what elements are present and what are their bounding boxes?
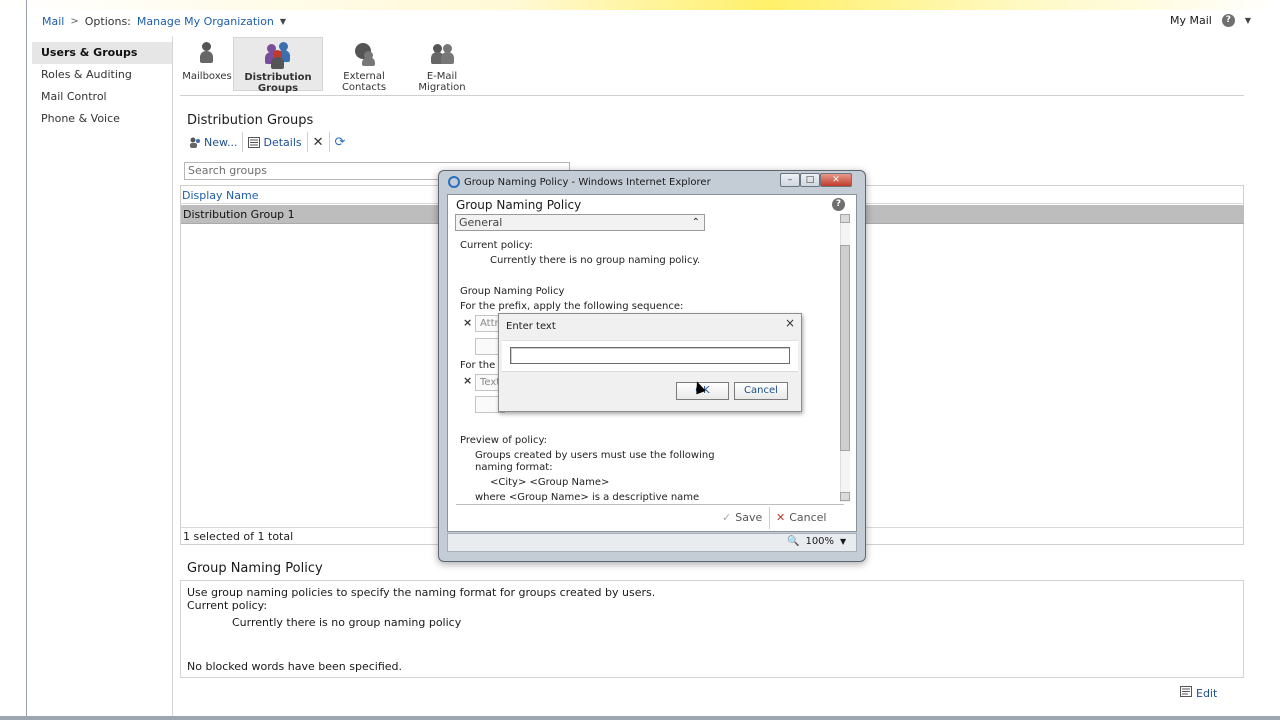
preview-line-2: naming format: [475, 462, 553, 473]
chevron-down-icon[interactable]: ▼ [1245, 16, 1251, 25]
nav-item-users-groups[interactable]: Users & Groups [32, 42, 172, 64]
distribution-groups-icon [263, 40, 293, 69]
cancel-button[interactable]: ✕ Cancel [776, 511, 826, 524]
general-section-label: General [459, 216, 503, 229]
ribbon-label: Mailboxes [182, 71, 232, 82]
zoom-level: 100% [805, 536, 835, 547]
left-nav: Users & Groups Roles & Auditing Mail Con… [32, 42, 172, 130]
scrollbar-thumb[interactable] [840, 245, 850, 451]
close-button[interactable]: ✕ [820, 173, 852, 187]
new-button[interactable]: New... [184, 132, 242, 152]
scroll-down-arrow[interactable] [840, 492, 850, 501]
cancel-x-icon: ✕ [776, 511, 786, 524]
ribbon-divider [180, 95, 1244, 96]
new-group-icon [189, 137, 201, 148]
ribbon-email-migration[interactable]: E-Mail Migration [406, 37, 478, 93]
ribbon-mailboxes[interactable]: Mailboxes [182, 37, 232, 91]
dialog-title: Group Naming Policy [456, 198, 582, 212]
refresh-icon: ⟳ [334, 134, 346, 150]
collapse-icon: ⌃ [691, 217, 700, 228]
internet-explorer-icon [448, 176, 460, 188]
breadcrumb-mail-link[interactable]: Mail [42, 15, 64, 28]
nav-item-phone-voice[interactable]: Phone & Voice [32, 108, 172, 130]
popup-cancel-button[interactable]: Cancel [734, 382, 788, 400]
checkmark-icon: ✓ [722, 511, 732, 524]
nav-divider [172, 36, 173, 716]
details-blocked-words: No blocked words have been specified. [187, 660, 402, 673]
remove-suffix-icon[interactable]: × [463, 374, 472, 387]
chevron-down-icon[interactable]: ▼ [840, 537, 846, 546]
details-icon [248, 136, 261, 148]
ribbon-label: Distribution Groups [244, 72, 312, 94]
policy-heading: Group Naming Policy [460, 286, 565, 297]
help-icon[interactable]: ? [832, 198, 845, 211]
dialog-footer-divider [456, 504, 844, 505]
details-current-policy-label: Current policy: [187, 599, 268, 612]
details-title: Group Naming Policy [187, 561, 323, 576]
breadcrumb-organization-link[interactable]: Manage My Organization [137, 15, 274, 28]
delete-icon: ✕ [312, 134, 324, 150]
nav-item-roles-auditing[interactable]: Roles & Auditing [32, 64, 172, 86]
scroll-up-arrow[interactable] [840, 214, 850, 223]
details-current-policy-value: Currently there is no group naming polic… [232, 616, 462, 629]
ribbon-distribution-groups[interactable]: Distribution Groups [233, 37, 323, 94]
selection-status: 1 selected of 1 total [183, 530, 294, 543]
cancel-button-label: Cancel [789, 511, 827, 524]
section-title: Distribution Groups [187, 113, 314, 128]
new-button-label: New... [204, 135, 238, 149]
ribbon-label: E-Mail Migration [418, 71, 466, 93]
edit-icon [1180, 686, 1192, 700]
preview-where: where <Group Name> is a descriptive name [475, 492, 700, 503]
prefix-instruction: For the prefix, apply the following sequ… [460, 301, 684, 312]
help-icon[interactable]: ? [1221, 14, 1235, 27]
top-right-menu: My Mail ? ▼ [1170, 14, 1251, 27]
details-button-label: Details [263, 135, 302, 149]
ie-window-title: Group Naming Policy - Windows Internet E… [448, 176, 711, 188]
general-section-header[interactable]: General ⌃ [455, 214, 705, 231]
email-migration-icon [427, 39, 457, 67]
breadcrumb-separator: > [70, 16, 79, 27]
mailbox-user-icon [192, 39, 222, 67]
enter-text-input[interactable] [510, 347, 790, 364]
maximize-button[interactable]: □ [800, 173, 820, 187]
save-button-label: Save [735, 511, 763, 524]
ribbon-external-contacts[interactable]: External Contacts [328, 37, 400, 93]
column-header-display-name[interactable]: Display Name [182, 189, 259, 202]
delete-button[interactable]: ✕ [308, 132, 329, 152]
save-button[interactable]: ✓ Save [722, 511, 762, 524]
current-policy-value: Currently there is no group naming polic… [490, 255, 701, 266]
edit-button[interactable]: Edit [1180, 686, 1217, 700]
nav-item-mail-control[interactable]: Mail Control [32, 86, 172, 108]
minimize-button[interactable]: – [780, 173, 800, 187]
external-contacts-icon [349, 39, 379, 67]
my-mail-link[interactable]: My Mail [1170, 14, 1212, 27]
preview-format: <City> <Group Name> [490, 477, 610, 488]
details-description: Use group naming policies to specify the… [187, 586, 656, 599]
toolbar: New... Details ✕ ⟳ [184, 132, 350, 152]
enter-text-title: Enter text [506, 321, 556, 332]
bottom-border [0, 716, 1280, 720]
breadcrumb: Mail > Options: Manage My Organization ▼ [42, 15, 286, 28]
preview-label: Preview of policy: [460, 435, 548, 446]
preview-line-1: Groups created by users must use the fol… [475, 450, 715, 461]
ribbon-label: External Contacts [341, 71, 387, 93]
close-icon[interactable]: × [785, 316, 795, 330]
breadcrumb-options-label: Options: [84, 15, 131, 28]
zoom-control[interactable]: 🔍 100% ▼ [787, 536, 846, 547]
refresh-button[interactable]: ⟳ [330, 132, 351, 152]
details-button[interactable]: Details [243, 132, 306, 152]
remove-prefix-icon[interactable]: × [463, 316, 472, 329]
edit-button-label: Edit [1196, 686, 1218, 700]
footer-button-separator [769, 507, 770, 529]
chevron-down-icon[interactable]: ▼ [280, 17, 286, 26]
ie-window-title-text: Group Naming Policy - Windows Internet E… [464, 176, 711, 188]
current-policy-label: Current policy: [460, 240, 533, 251]
help-icon-glyph: ? [832, 198, 845, 211]
zoom-icon: 🔍 [787, 536, 800, 547]
